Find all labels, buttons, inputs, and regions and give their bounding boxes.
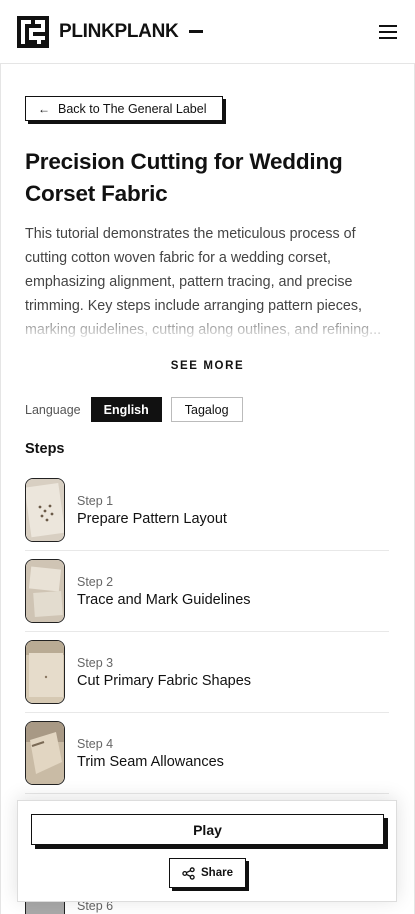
step-thumbnail <box>25 559 65 623</box>
share-icon <box>182 866 195 880</box>
step-thumbnail <box>25 640 65 704</box>
brand-cursor-mark <box>189 30 204 33</box>
step-title: Trim Seam Allowances <box>77 753 224 770</box>
step-title: Cut Primary Fabric Shapes <box>77 672 252 689</box>
language-selector: Language English Tagalog <box>25 397 243 422</box>
brand[interactable]: PLINKPLANK <box>17 15 204 48</box>
play-button[interactable]: Play <box>31 814 384 845</box>
app-header: PLINKPLANK <box>0 0 415 64</box>
step-title: Prepare Pattern Layout <box>77 510 227 527</box>
step-title: Trace and Mark Guidelines <box>77 591 251 608</box>
hamburger-menu-icon[interactable] <box>379 24 397 39</box>
language-label: Language <box>25 402 81 417</box>
step-number: Step 2 <box>77 574 114 589</box>
plinkplank-logo-icon <box>17 15 49 48</box>
language-option-english[interactable]: English <box>90 397 162 422</box>
action-sheet: Play Share <box>17 800 397 902</box>
step-number: Step 4 <box>77 736 114 751</box>
step-thumbnail <box>25 478 65 542</box>
arrow-left-icon: ← <box>38 101 50 116</box>
page-title: Precision Cutting for Wedding Corset Fab… <box>25 149 343 206</box>
step-thumbnail <box>25 721 65 785</box>
brand-name: PLINKPLANK <box>59 20 179 42</box>
step-item-2[interactable]: Step 2 Trace and Mark Guidelines <box>25 551 389 632</box>
steps-heading: Steps <box>25 441 65 457</box>
description-container: This tutorial demonstrates the meticulou… <box>25 222 393 340</box>
step-item-4[interactable]: Step 4 Trim Seam Allowances <box>25 713 389 794</box>
back-button-label: Back to The General Label <box>58 101 207 116</box>
see-more-button[interactable]: SEE MORE <box>0 360 415 372</box>
step-item-3[interactable]: Step 3 Cut Primary Fabric Shapes <box>25 632 389 713</box>
step-number: Step 1 <box>77 493 114 508</box>
step-item-1[interactable]: Step 1 Prepare Pattern Layout <box>25 470 389 551</box>
share-button[interactable]: Share <box>169 858 246 888</box>
description-fade <box>25 314 393 340</box>
language-option-tagalog[interactable]: Tagalog <box>170 397 243 422</box>
back-button[interactable]: ← Back to The General Label <box>25 96 223 121</box>
step-number: Step 3 <box>77 655 114 670</box>
share-button-label: Share <box>201 867 233 879</box>
